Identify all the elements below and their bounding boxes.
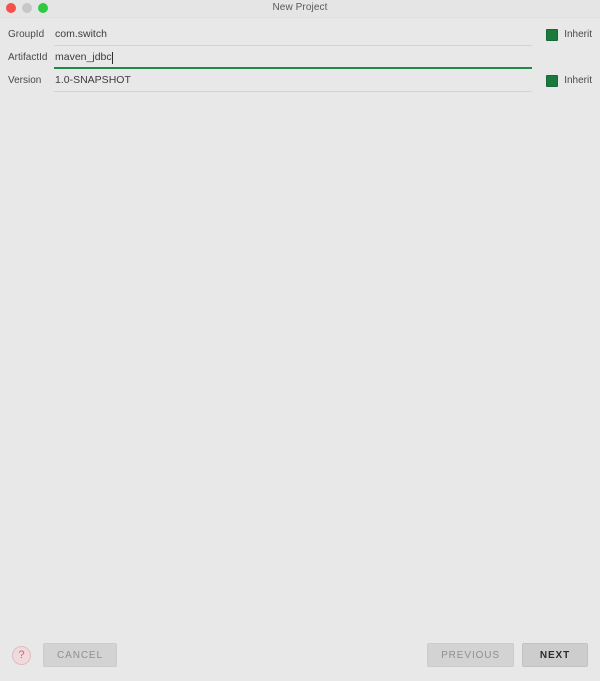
previous-button[interactable]: PREVIOUS <box>427 643 514 667</box>
checkbox-checked-icon[interactable] <box>546 74 559 87</box>
artifactid-input[interactable]: maven_jdbc <box>54 46 532 69</box>
next-button[interactable]: NEXT <box>522 643 588 667</box>
form-row-artifactid: ArtifactId maven_jdbc <box>0 46 600 69</box>
version-inherit-label: Inherit <box>564 74 592 86</box>
new-project-dialog: New Project GroupId com.switch Inherit A… <box>0 0 600 681</box>
groupid-label: GroupId <box>8 28 45 40</box>
cancel-button[interactable]: CANCEL <box>43 643 117 667</box>
navigation-buttons: PREVIOUS NEXT <box>427 643 588 667</box>
version-value: 1.0-SNAPSHOT <box>55 74 131 86</box>
project-coordinates-form: GroupId com.switch Inherit ArtifactId ma… <box>0 18 600 629</box>
dialog-footer: ? CANCEL PREVIOUS NEXT <box>0 629 600 681</box>
text-caret <box>111 51 113 64</box>
form-row-groupid: GroupId com.switch Inherit <box>0 23 600 46</box>
version-underline <box>54 91 532 92</box>
window-titlebar: New Project <box>0 0 600 18</box>
groupid-inherit-label: Inherit <box>564 28 592 40</box>
checkbox-checked-icon[interactable] <box>546 28 559 41</box>
groupid-inherit-checkbox-group[interactable]: Inherit <box>546 28 592 41</box>
artifactid-value: maven_jdbc <box>55 51 112 63</box>
help-icon[interactable]: ? <box>12 645 31 665</box>
form-row-version: Version 1.0-SNAPSHOT Inherit <box>0 69 600 92</box>
version-label: Version <box>8 74 42 86</box>
window-title: New Project <box>272 2 328 13</box>
artifactid-label: ArtifactId <box>8 51 48 63</box>
groupid-input[interactable]: com.switch <box>54 23 532 46</box>
groupid-value: com.switch <box>55 28 107 40</box>
version-inherit-checkbox-group[interactable]: Inherit <box>546 74 592 87</box>
version-input[interactable]: 1.0-SNAPSHOT <box>54 69 532 92</box>
